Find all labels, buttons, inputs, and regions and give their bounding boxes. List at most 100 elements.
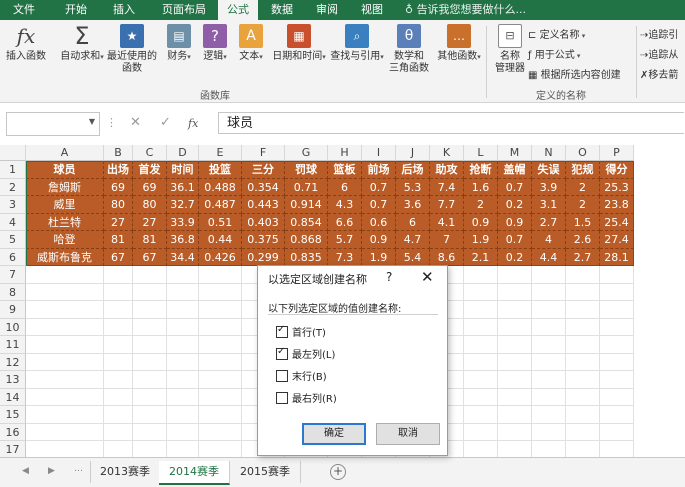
table-cell[interactable] bbox=[199, 353, 242, 371]
table-cell[interactable] bbox=[167, 441, 199, 457]
table-cell[interactable]: 80 bbox=[133, 196, 167, 214]
table-cell[interactable] bbox=[199, 283, 242, 301]
table-cell[interactable] bbox=[167, 423, 199, 441]
table-cell[interactable] bbox=[498, 406, 532, 424]
table-cell[interactable] bbox=[133, 301, 167, 319]
date-time-button[interactable]: ▦ 日期和时间▾ bbox=[272, 24, 326, 63]
table-cell[interactable]: 盖帽 bbox=[498, 161, 532, 179]
table-cell[interactable] bbox=[133, 266, 167, 284]
table-cell[interactable]: 7 bbox=[430, 231, 464, 249]
table-cell[interactable]: 5.4 bbox=[396, 248, 430, 266]
column-header[interactable]: D bbox=[167, 145, 199, 161]
table-cell[interactable]: 前场 bbox=[362, 161, 396, 179]
tab-data[interactable]: 数据 bbox=[262, 0, 302, 20]
tab-formulas[interactable]: 公式 bbox=[218, 0, 258, 20]
create-from-selection-button[interactable]: ▦ 根据所选内容创建 bbox=[528, 66, 621, 81]
table-cell[interactable]: 0.403 bbox=[242, 213, 285, 231]
table-cell[interactable]: 1.6 bbox=[464, 178, 498, 196]
table-cell[interactable] bbox=[199, 388, 242, 406]
column-header[interactable]: H bbox=[328, 145, 362, 161]
table-cell[interactable] bbox=[133, 406, 167, 424]
table-cell[interactable] bbox=[104, 283, 133, 301]
close-icon[interactable]: ✕ bbox=[421, 268, 434, 286]
table-cell[interactable] bbox=[104, 336, 133, 354]
row-header[interactable]: 12 bbox=[0, 353, 26, 371]
row-header[interactable]: 14 bbox=[0, 388, 26, 406]
column-header[interactable]: A bbox=[26, 145, 104, 161]
table-cell[interactable]: 25.4 bbox=[600, 213, 634, 231]
table-cell[interactable]: 篮板 bbox=[328, 161, 362, 179]
table-cell[interactable] bbox=[464, 441, 498, 457]
column-header[interactable]: P bbox=[600, 145, 634, 161]
table-cell[interactable] bbox=[600, 371, 634, 389]
row-header[interactable]: 9 bbox=[0, 301, 26, 319]
table-cell[interactable]: 0.868 bbox=[285, 231, 328, 249]
table-cell[interactable]: 罚球 bbox=[285, 161, 328, 179]
table-cell[interactable] bbox=[167, 353, 199, 371]
column-header[interactable]: G bbox=[285, 145, 328, 161]
column-header[interactable]: J bbox=[396, 145, 430, 161]
table-cell[interactable]: 23.8 bbox=[600, 196, 634, 214]
logical-button[interactable]: ? 逻辑▾ bbox=[200, 24, 230, 63]
table-cell[interactable] bbox=[104, 318, 133, 336]
tab-page-layout[interactable]: 页面布局 bbox=[150, 0, 218, 20]
table-cell[interactable] bbox=[104, 441, 133, 457]
text-functions-button[interactable]: A 文本▾ bbox=[236, 24, 266, 63]
option-left-column[interactable]: 最左列(L) bbox=[276, 346, 335, 362]
table-cell[interactable] bbox=[167, 406, 199, 424]
table-cell[interactable]: 6.6 bbox=[328, 213, 362, 231]
table-cell[interactable]: 27 bbox=[104, 213, 133, 231]
table-cell[interactable] bbox=[566, 283, 600, 301]
math-trig-button[interactable]: θ 数学和 三角函数 bbox=[384, 24, 434, 75]
lookup-reference-button[interactable]: ⌕ 查找与引用▾ bbox=[330, 24, 384, 63]
name-box[interactable]: ▼ bbox=[6, 112, 100, 136]
table-cell[interactable]: 27 bbox=[133, 213, 167, 231]
table-cell[interactable] bbox=[600, 423, 634, 441]
table-cell[interactable] bbox=[464, 283, 498, 301]
table-cell[interactable] bbox=[26, 353, 104, 371]
table-cell[interactable] bbox=[26, 283, 104, 301]
remove-arrows-button[interactable]: ✗移去箭 bbox=[640, 66, 678, 81]
row-header[interactable]: 2 bbox=[0, 178, 26, 196]
table-cell[interactable]: 首发 bbox=[133, 161, 167, 179]
table-cell[interactable]: 36.1 bbox=[167, 178, 199, 196]
table-cell[interactable]: 2.7 bbox=[566, 248, 600, 266]
column-header[interactable]: M bbox=[498, 145, 532, 161]
table-cell[interactable] bbox=[600, 388, 634, 406]
table-cell[interactable] bbox=[167, 283, 199, 301]
trace-precedents-button[interactable]: ⇢追踪引 bbox=[640, 26, 678, 41]
table-cell[interactable] bbox=[464, 406, 498, 424]
option-right-column[interactable]: 最右列(R) bbox=[276, 390, 337, 406]
table-cell[interactable]: 威里 bbox=[26, 196, 104, 214]
table-cell[interactable] bbox=[464, 336, 498, 354]
table-cell[interactable] bbox=[532, 266, 566, 284]
financial-button[interactable]: ▤ 财务▾ bbox=[164, 24, 194, 63]
table-cell[interactable] bbox=[133, 371, 167, 389]
row-header[interactable]: 5 bbox=[0, 231, 26, 249]
table-cell[interactable] bbox=[532, 371, 566, 389]
table-cell[interactable]: 7.3 bbox=[328, 248, 362, 266]
row-header[interactable]: 17 bbox=[0, 441, 26, 457]
table-cell[interactable]: 0.914 bbox=[285, 196, 328, 214]
table-cell[interactable] bbox=[199, 371, 242, 389]
table-cell[interactable]: 时间 bbox=[167, 161, 199, 179]
table-cell[interactable] bbox=[133, 388, 167, 406]
table-cell[interactable]: 1.9 bbox=[464, 231, 498, 249]
row-header[interactable]: 10 bbox=[0, 318, 26, 336]
column-header[interactable]: I bbox=[362, 145, 396, 161]
table-cell[interactable]: 34.4 bbox=[167, 248, 199, 266]
table-cell[interactable] bbox=[566, 388, 600, 406]
column-header[interactable]: B bbox=[104, 145, 133, 161]
row-header[interactable]: 7 bbox=[0, 266, 26, 284]
table-cell[interactable]: 0.375 bbox=[242, 231, 285, 249]
table-cell[interactable]: 0.7 bbox=[362, 178, 396, 196]
table-cell[interactable]: 0.354 bbox=[242, 178, 285, 196]
table-cell[interactable] bbox=[498, 283, 532, 301]
table-cell[interactable] bbox=[199, 336, 242, 354]
table-cell[interactable]: 0.7 bbox=[498, 231, 532, 249]
table-cell[interactable] bbox=[532, 441, 566, 457]
table-cell[interactable]: 0.7 bbox=[362, 196, 396, 214]
table-cell[interactable] bbox=[133, 283, 167, 301]
row-header[interactable]: 16 bbox=[0, 423, 26, 441]
table-cell[interactable] bbox=[104, 423, 133, 441]
